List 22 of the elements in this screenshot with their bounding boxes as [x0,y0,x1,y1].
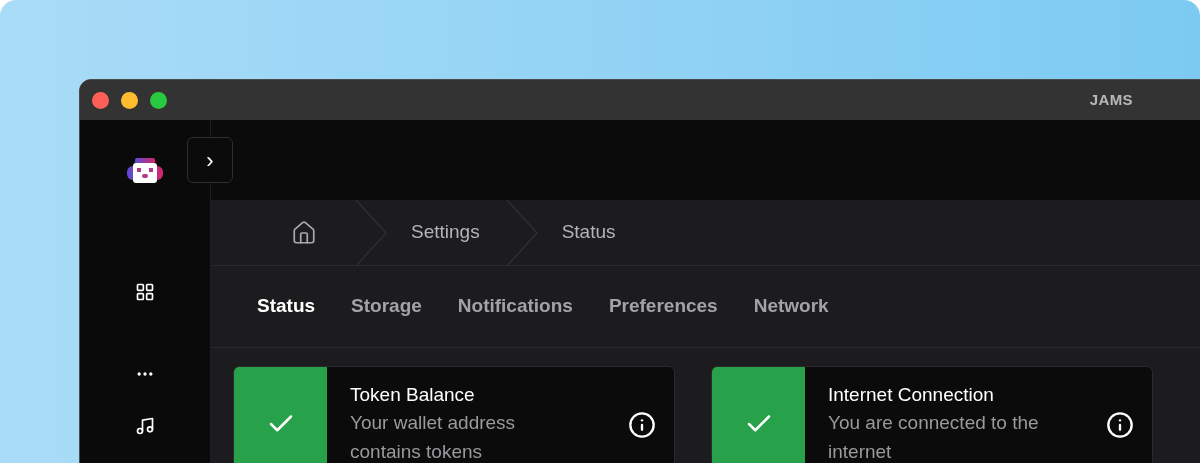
grid-icon[interactable] [135,282,155,302]
robot-logo-icon[interactable] [125,158,165,186]
window-title: JAMS [1089,89,1133,110]
settings-tab[interactable]: Preferences [608,292,718,321]
info-icon[interactable] [1106,411,1134,439]
breadcrumb-link[interactable]: Settings [411,218,480,247]
card-title: Token Balance [350,383,476,407]
settings-tab[interactable]: Notifications [457,292,573,321]
zoom-button[interactable] [150,91,167,109]
home-icon[interactable] [291,219,317,246]
breadcrumb-link[interactable]: Status [561,218,616,247]
music-note-icon[interactable] [135,416,155,436]
settings-tab[interactable]: Network [753,292,829,321]
settings-tab[interactable]: Status [257,292,316,321]
card-description: Your wallet address contains tokens [350,411,517,463]
card-title: Internet Connection [828,383,995,407]
info-icon[interactable] [628,411,656,439]
minimize-button[interactable] [121,91,138,109]
settings-tab[interactable]: Storage [351,292,422,321]
close-button[interactable] [92,91,109,109]
card-description: You are connected to the internet [828,411,1040,463]
expand-button[interactable]: › [187,137,233,183]
